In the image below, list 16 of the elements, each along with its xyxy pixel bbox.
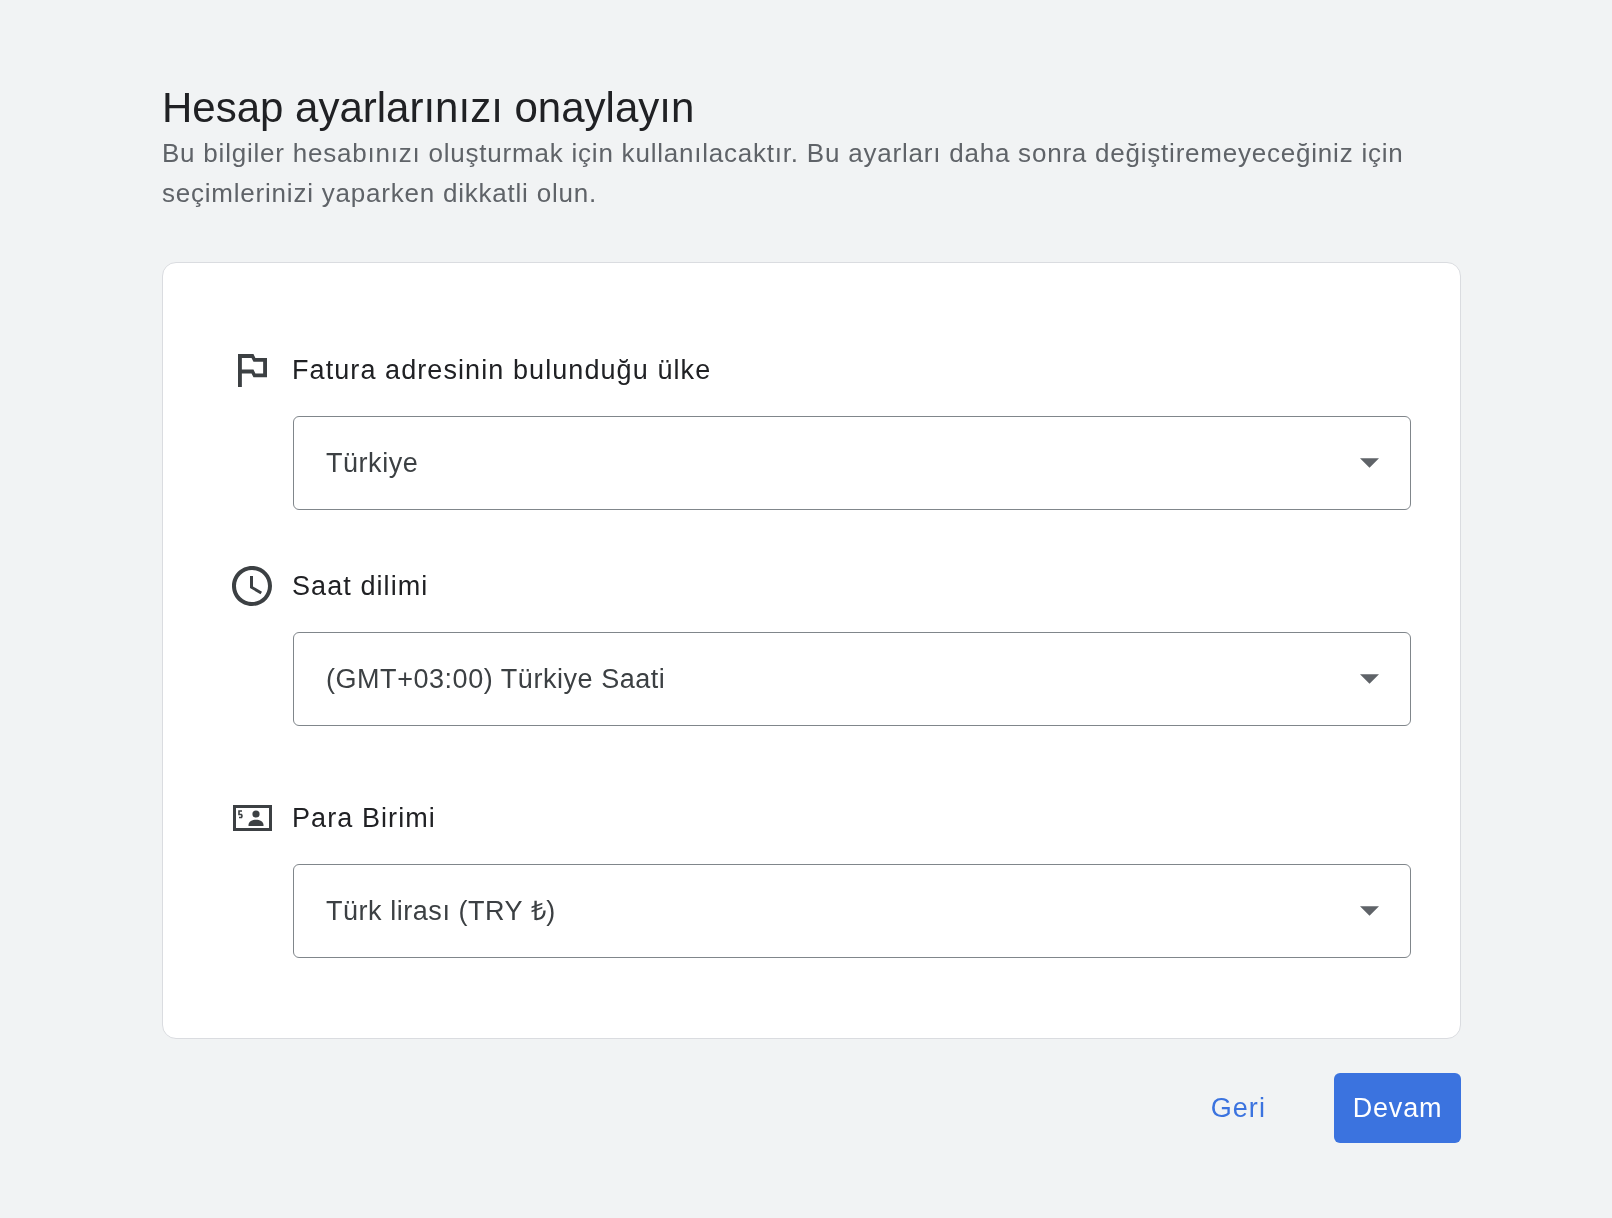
select-dropdown[interactable]: Türk lirası (TRY ₺) [293, 864, 1411, 958]
field-label: Para Birimi [292, 802, 436, 835]
caret-down-icon [1360, 458, 1379, 468]
page-description: Bu bilgiler hesabınızı oluşturmak için kullanılacaktır. Bu ayarları daha sonra değiştiremeyeceğiniz için seçimlerinizi yaparken dikkatli olun. [162, 137, 1405, 210]
back-button[interactable]: Geri [1194, 1073, 1282, 1143]
select-dropdown[interactable]: (GMT+03:00) Türkiye Saati [293, 632, 1411, 726]
select-dropdown[interactable]: Türkiye [293, 416, 1411, 510]
caret-down-icon [1360, 906, 1379, 916]
page-title: Hesap ayarlarınızı onaylayın [162, 83, 695, 133]
field-label: Fatura adresinin bulunduğu ülke [292, 354, 712, 387]
clock-icon [232, 566, 272, 606]
continue-button[interactable]: Devam [1334, 1073, 1461, 1143]
caret-down-icon [1360, 674, 1379, 684]
banknote-icon [232, 805, 272, 831]
field-label: Saat dilimi [292, 570, 429, 603]
flag-icon [237, 353, 267, 387]
